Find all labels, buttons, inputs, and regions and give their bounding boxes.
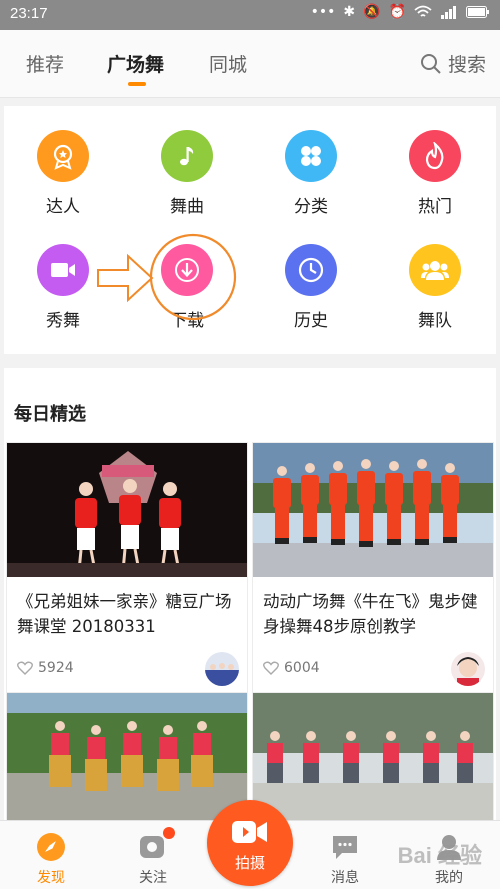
grid-item-experts[interactable]: 达人	[8, 130, 118, 217]
video-card[interactable]	[6, 692, 248, 828]
more-dots-icon: •••	[310, 4, 336, 20]
bottom-tab-label: 关注	[139, 870, 167, 886]
status-bar: 23:17 ••• ✱ 🔕 ⏰	[0, 0, 500, 30]
shoot-button[interactable]: 拍摄	[207, 800, 293, 886]
video-meta: 5924	[7, 652, 247, 692]
grid-label: 舞曲	[170, 197, 204, 217]
grid-label: 热门	[418, 197, 452, 217]
heart-icon	[263, 661, 279, 675]
heart-icon	[17, 661, 33, 675]
wifi-icon	[414, 5, 432, 17]
bottom-tab-label: 消息	[331, 870, 359, 886]
video-thumbnail	[253, 693, 493, 827]
likes: 5924	[17, 660, 74, 676]
dance-scene-image	[253, 693, 493, 827]
chat-icon	[329, 831, 361, 863]
dance-scene-image	[7, 693, 247, 827]
notification-dot	[163, 827, 175, 839]
grid-item-category[interactable]: 分类	[256, 130, 366, 217]
dance-scene-image	[7, 443, 247, 577]
bottom-tab-messages[interactable]: 消息	[310, 831, 380, 887]
video-card[interactable]: 《兄弟姐妹一家亲》糖豆广场舞课堂 20180331 5924	[6, 442, 248, 693]
video-thumbnail	[7, 693, 247, 827]
top-nav: 推荐 广场舞 同城 搜索	[0, 30, 500, 98]
grid-item-music[interactable]: 舞曲	[132, 130, 242, 217]
video-title: 《兄弟姐妹一家亲》糖豆广场舞课堂 20180331	[17, 592, 232, 636]
video-title: 动动广场舞《牛在飞》鬼步健身操舞48步原创教学	[263, 592, 478, 636]
status-icons: ••• ✱ 🔕 ⏰	[311, 4, 490, 20]
mute-icon: 🔕	[363, 4, 381, 20]
bluetooth-icon: ✱	[343, 4, 356, 20]
status-time: 23:17	[10, 5, 48, 22]
flame-icon	[409, 130, 461, 182]
section-title: 每日精选	[14, 404, 86, 425]
search-button[interactable]: 搜索	[420, 50, 486, 77]
group-icon	[409, 244, 461, 296]
grid-item-history[interactable]: 历史	[256, 244, 366, 331]
grid-item-hot[interactable]: 热门	[380, 130, 490, 217]
grid-label: 达人	[46, 197, 80, 217]
video-camera-icon	[232, 821, 267, 843]
video-camera-icon	[37, 244, 89, 296]
author-avatar[interactable]	[451, 652, 485, 686]
dance-scene-image	[253, 443, 493, 577]
grid-label: 历史	[294, 311, 328, 331]
shoot-label: 拍摄	[234, 854, 265, 872]
author-avatar[interactable]	[205, 652, 239, 686]
grid-item-dance-team[interactable]: 舞队	[380, 244, 490, 331]
signal-icon	[441, 6, 456, 19]
video-meta: 6004	[253, 652, 493, 692]
likes-count: 5924	[38, 660, 74, 676]
compass-icon	[35, 831, 67, 863]
grid-label: 分类	[294, 197, 328, 217]
bottom-tab-label: 发现	[37, 870, 65, 886]
likes-count: 6004	[284, 660, 320, 676]
category-icon	[285, 130, 337, 182]
bottom-tab-follow[interactable]: 关注	[118, 827, 188, 887]
follow-icon	[137, 827, 175, 863]
likes: 6004	[263, 660, 320, 676]
alarm-icon: ⏰	[388, 4, 406, 20]
tab-square-dance[interactable]: 广场舞	[107, 50, 164, 77]
watermark: Bai 经验	[397, 843, 482, 868]
annotation-arrow-circle	[97, 233, 237, 321]
active-tab-indicator	[128, 82, 146, 86]
tab-same-city[interactable]: 同城	[209, 50, 247, 77]
daily-picks-section: 每日精选 《兄弟姐妹一家亲》糖豆广场舞课堂 20180331 5924 动动广场…	[4, 368, 496, 828]
bottom-tab-discover[interactable]: 发现	[16, 831, 86, 887]
video-thumbnail	[7, 443, 247, 577]
video-thumbnail	[253, 443, 493, 577]
battery-icon	[466, 6, 489, 18]
video-card[interactable]: 动动广场舞《牛在飞》鬼步健身操舞48步原创教学 6004	[252, 442, 494, 693]
tab-recommend[interactable]: 推荐	[26, 50, 64, 77]
search-label: 搜索	[447, 54, 486, 76]
grid-label: 舞队	[418, 311, 452, 331]
category-grid: 达人 舞曲 分类 热门 秀舞 下载 历史 舞队	[4, 106, 496, 354]
badge-icon	[37, 130, 89, 182]
clock-icon	[285, 244, 337, 296]
music-note-icon	[161, 130, 213, 182]
bottom-tab-label: 我的	[435, 870, 463, 886]
search-icon	[420, 53, 441, 74]
video-card[interactable]	[252, 692, 494, 828]
